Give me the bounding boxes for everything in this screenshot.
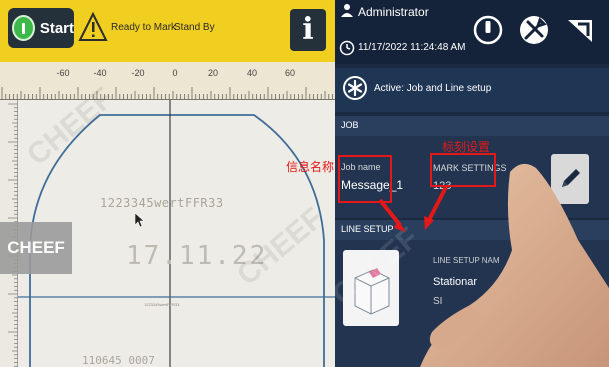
pointing-hand — [420, 163, 609, 367]
